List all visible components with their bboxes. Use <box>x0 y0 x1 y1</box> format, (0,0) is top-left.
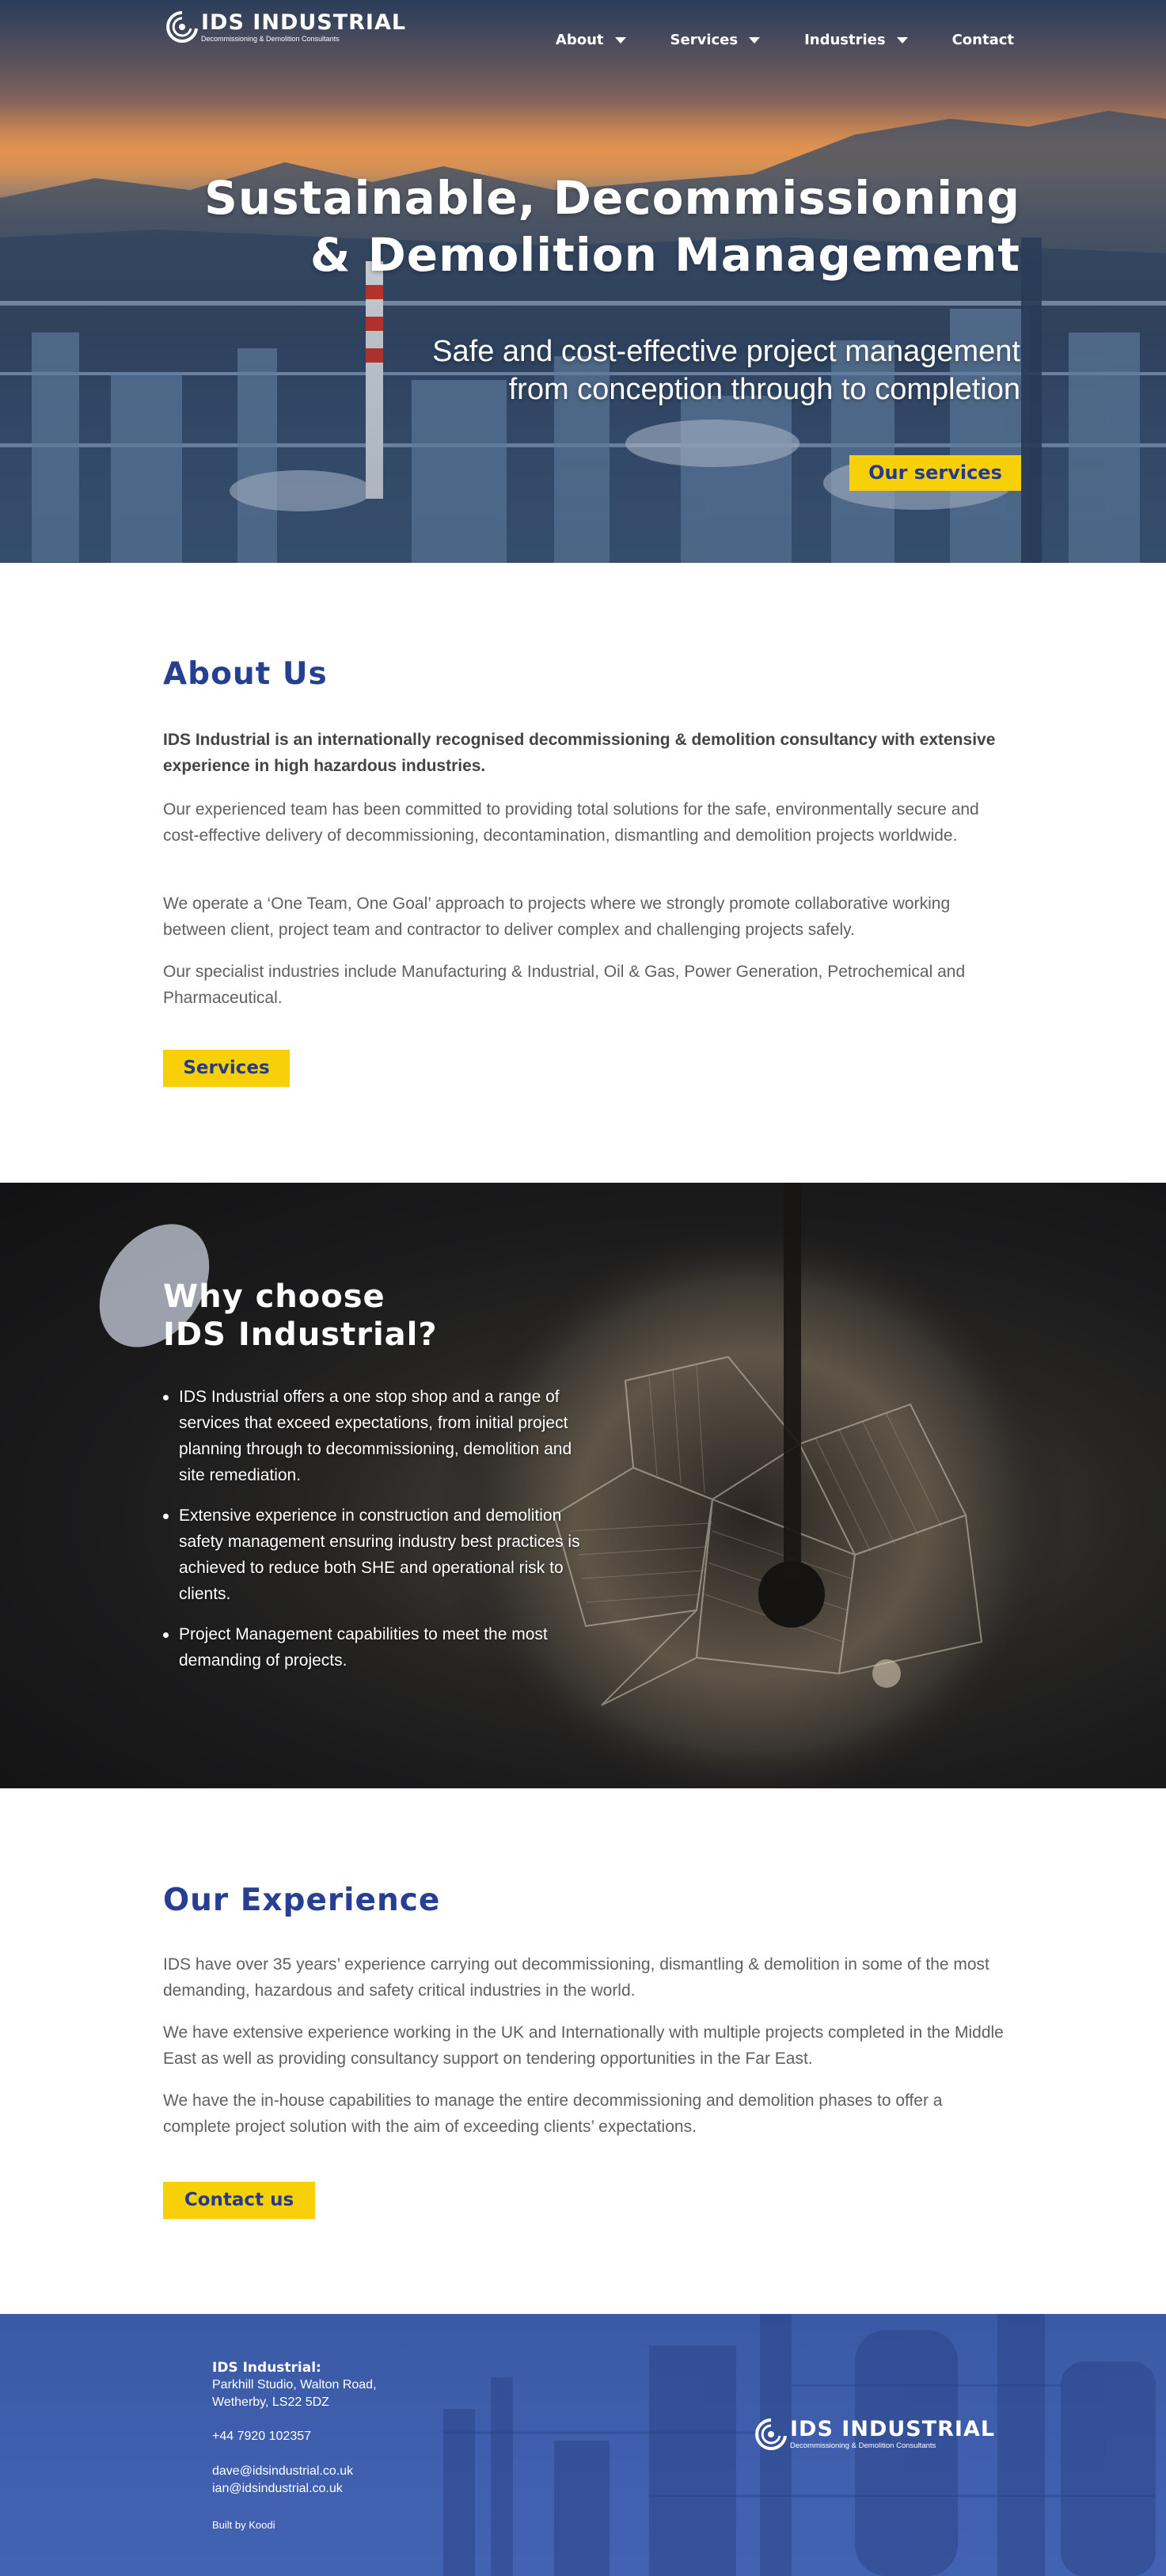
about-paragraph: Our specialist industries include Manufa… <box>163 963 966 1007</box>
why-choose-section: Why choose IDS Industrial? IDS Industria… <box>0 1183 1166 1788</box>
footer-phone[interactable]: +44 7920 102357 <box>212 2428 311 2445</box>
about-paragraph: Our experienced team has been committed … <box>163 800 979 845</box>
logo-tagline: Decommissioning & Demolition Consultants <box>790 2441 936 2450</box>
experience-paragraph: IDS have over 35 years’ experience carry… <box>163 1955 989 2000</box>
footer-email-block: dave@idsindustrial.co.uk ian@idsindustri… <box>212 2463 353 2498</box>
footer-company-name: IDS Industrial: <box>212 2360 321 2376</box>
hero-subtitle-line1: Safe and cost-effective project manageme… <box>432 335 1020 368</box>
about-paragraph: We operate a ‘One Team, One Goal’ approa… <box>163 895 951 939</box>
experience-title: Our Experience <box>163 1883 441 1918</box>
footer-address-block: IDS Industrial: Parkhill Studio, Walton … <box>212 2359 377 2411</box>
why-title-line2: IDS Industrial? <box>163 1316 438 1353</box>
about-section: About Us IDS Industrial is an internatio… <box>0 563 1166 1183</box>
services-button[interactable]: Services <box>163 1050 290 1087</box>
logo-mark-icon <box>754 2417 788 2452</box>
logo-tagline: Decommissioning & Demolition Consultants <box>201 34 340 43</box>
footer-logo[interactable]: IDS INDUSTRIAL Decommissioning & Demolit… <box>754 2417 995 2452</box>
about-title: About Us <box>163 656 328 692</box>
logo-wordmark: IDS INDUSTRIAL <box>201 9 407 35</box>
hero-title-line2: & Demolition Management <box>310 228 1020 282</box>
nav-item-label: Industries <box>804 32 886 48</box>
caret-down-icon <box>749 36 761 44</box>
footer-email-link[interactable]: dave@idsindustrial.co.uk <box>212 2463 353 2480</box>
hero-title-line1: Sustainable, Decommissioning <box>204 171 1020 225</box>
nav-item-label: Contact <box>951 32 1014 48</box>
contact-us-button[interactable]: Contact us <box>163 2182 315 2219</box>
site-footer: IDS Industrial: Parkhill Studio, Walton … <box>0 2314 1166 2576</box>
logo-wordmark: IDS INDUSTRIAL <box>790 2417 996 2441</box>
nav-item-label: About <box>555 32 604 48</box>
hero-subtitle: Safe and cost-effective project manageme… <box>308 332 1020 408</box>
why-title-line1: Why choose <box>163 1279 386 1315</box>
our-services-button[interactable]: Our services <box>849 455 1021 491</box>
footer-credit-link[interactable]: Built by Koodi <box>212 2517 275 2534</box>
footer-address-line1: Parkhill Studio, Walton Road, <box>212 2378 377 2392</box>
nav-item-contact[interactable]: Contact <box>952 32 1014 48</box>
caret-down-icon <box>896 36 908 44</box>
experience-paragraph: We have the in-house capabilities to man… <box>163 2092 943 2136</box>
footer-address-line2: Wetherby, LS22 5DZ <box>212 2396 329 2409</box>
hero-title: Sustainable, Decommissioning & Demolitio… <box>150 169 1020 283</box>
nav-item-industries[interactable]: Industries <box>804 32 908 48</box>
logo-mark-icon <box>165 9 199 44</box>
nav-item-about[interactable]: About <box>556 32 626 48</box>
footer-email-link[interactable]: ian@idsindustrial.co.uk <box>212 2480 353 2498</box>
list-item: Extensive experience in construction and… <box>163 1503 594 1607</box>
why-points-list: IDS Industrial offers a one stop shop an… <box>163 1384 594 1688</box>
main-navigation: About Services Industries Contact <box>556 32 1014 48</box>
hero-section: IDS INDUSTRIAL Decommissioning & Demolit… <box>0 0 1166 563</box>
why-title: Why choose IDS Industrial? <box>163 1278 438 1354</box>
hero-subtitle-line2: from conception through to completion <box>508 373 1020 406</box>
experience-section: Our Experience IDS have over 35 years’ e… <box>0 1788 1166 2314</box>
caret-down-icon <box>614 36 626 44</box>
nav-item-label: Services <box>670 32 739 48</box>
about-lead: IDS Industrial is an internationally rec… <box>163 731 996 775</box>
experience-paragraph: We have extensive experience working in … <box>163 2023 1004 2068</box>
list-item: Project Management capabilities to meet … <box>163 1621 594 1674</box>
site-logo[interactable]: IDS INDUSTRIAL Decommissioning & Demolit… <box>165 9 406 44</box>
list-item: IDS Industrial offers a one stop shop an… <box>163 1384 594 1488</box>
nav-item-services[interactable]: Services <box>670 32 761 48</box>
